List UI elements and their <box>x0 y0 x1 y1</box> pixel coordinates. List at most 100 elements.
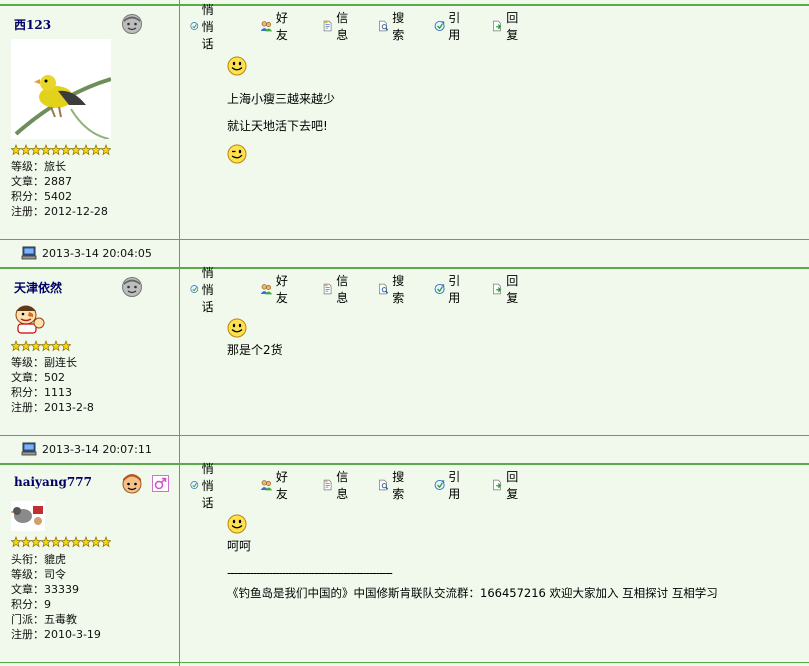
smiley-icon <box>227 318 247 338</box>
star-icon <box>51 144 61 156</box>
post-text: 上海小瘦三越来越少 <box>227 92 336 106</box>
search-label: 搜索 <box>392 470 405 501</box>
wink-icon <box>227 144 247 164</box>
post-top-border <box>0 4 809 6</box>
rank-stars <box>11 144 111 156</box>
footer-border <box>0 662 809 663</box>
online-face-icon <box>122 474 142 494</box>
whisper-icon <box>190 285 199 293</box>
quote-label: 引用 <box>448 274 461 305</box>
signature-text: 《钓鱼岛是我们中国的》中国修斯肯联队交流群：166457216 欢迎大家加入 互… <box>227 586 718 600</box>
post-time: 2013-3-14 20:07:11 <box>42 442 152 456</box>
star-icon <box>71 144 81 156</box>
reply-icon <box>493 20 502 32</box>
quote-icon <box>434 20 445 32</box>
column-divider <box>179 0 180 666</box>
computer-icon <box>21 246 37 260</box>
computer-icon <box>21 442 37 456</box>
user-registered: 注册：2012-12-28 <box>11 205 108 218</box>
smiley-icon <box>227 56 247 76</box>
info-button[interactable]: 信息 <box>322 11 353 42</box>
star-icon <box>81 536 91 548</box>
info-icon <box>323 283 332 295</box>
offline-face-icon <box>122 277 142 297</box>
reply-button[interactable]: 回复 <box>492 274 523 305</box>
user-level: 等级：副连长 <box>11 356 77 369</box>
search-icon <box>379 479 389 491</box>
user-level: 等级：司令 <box>11 568 66 581</box>
info-label: 信息 <box>336 274 349 305</box>
reply-button[interactable]: 回复 <box>492 11 523 42</box>
whisper-button[interactable]: 悄悄话 <box>190 3 221 51</box>
user-title: 头衔：貔虎 <box>11 553 66 566</box>
friend-label: 好友 <box>275 274 288 305</box>
post-border <box>0 267 809 269</box>
username[interactable]: 西123 <box>14 16 51 33</box>
star-icon <box>11 340 21 352</box>
user-registered: 注册：2013-2-8 <box>11 401 94 414</box>
search-button[interactable]: 搜索 <box>378 470 409 501</box>
whisper-icon <box>190 481 199 489</box>
reply-label: 回复 <box>506 470 519 501</box>
info-label: 信息 <box>336 11 349 42</box>
whisper-icon <box>190 22 199 30</box>
post-text: 那是个2货 <box>227 343 283 357</box>
smiley-icon <box>227 514 247 534</box>
add-friend-button[interactable]: 好友 <box>260 470 293 501</box>
add-friend-button[interactable]: 好友 <box>260 11 293 42</box>
quote-icon <box>434 283 445 295</box>
reply-icon <box>493 479 502 491</box>
reply-label: 回复 <box>506 274 519 305</box>
avatar[interactable] <box>11 39 111 139</box>
username[interactable]: 天津依然 <box>14 279 62 296</box>
post-text: 就让天地活下去吧! <box>227 119 328 133</box>
star-icon <box>101 536 111 548</box>
user-posts: 文章：2887 <box>11 175 72 188</box>
star-icon <box>21 144 31 156</box>
reply-label: 回复 <box>506 11 519 42</box>
quote-label: 引用 <box>448 11 461 42</box>
quote-button[interactable]: 引用 <box>434 11 465 42</box>
whisper-button[interactable]: 悄悄话 <box>190 462 221 510</box>
user-posts: 文章：502 <box>11 371 65 384</box>
star-icon <box>11 536 21 548</box>
star-icon <box>31 144 41 156</box>
star-icon <box>81 144 91 156</box>
star-icon <box>21 340 31 352</box>
username[interactable]: haiyang777 <box>14 475 92 489</box>
user-points: 积分：1113 <box>11 386 72 399</box>
avatar[interactable] <box>11 303 45 335</box>
reply-button[interactable]: 回复 <box>492 470 523 501</box>
search-button[interactable]: 搜索 <box>378 11 409 42</box>
quote-button[interactable]: 引用 <box>434 274 465 305</box>
info-button[interactable]: 信息 <box>322 470 353 501</box>
star-icon <box>51 340 61 352</box>
star-icon <box>101 144 111 156</box>
post-time: 2013-3-14 20:04:05 <box>42 246 152 260</box>
user-registered: 注册：2010-3-19 <box>11 628 101 641</box>
post-border <box>0 463 809 465</box>
avatar[interactable] <box>11 501 45 531</box>
search-button[interactable]: 搜索 <box>378 274 409 305</box>
reply-icon <box>493 283 502 295</box>
star-icon <box>61 536 71 548</box>
add-friend-button[interactable]: 好友 <box>260 274 293 305</box>
star-icon <box>51 536 61 548</box>
quote-button[interactable]: 引用 <box>434 470 465 501</box>
star-icon <box>31 340 41 352</box>
user-sect: 门派：五毒教 <box>11 613 77 626</box>
whisper-label: 悄悄话 <box>201 2 214 51</box>
gender-icon <box>152 475 169 492</box>
signature-divider: ----------------------------------------… <box>227 566 393 580</box>
whisper-button[interactable]: 悄悄话 <box>190 266 221 314</box>
info-button[interactable]: 信息 <box>322 274 353 305</box>
user-posts: 文章：33339 <box>11 583 79 596</box>
user-points: 积分：9 <box>11 598 51 611</box>
offline-face-icon <box>122 14 142 34</box>
star-icon <box>71 536 81 548</box>
quote-icon <box>434 479 445 491</box>
star-icon <box>41 144 51 156</box>
search-icon <box>379 20 389 32</box>
star-icon <box>61 340 71 352</box>
whisper-label: 悄悄话 <box>201 461 214 510</box>
